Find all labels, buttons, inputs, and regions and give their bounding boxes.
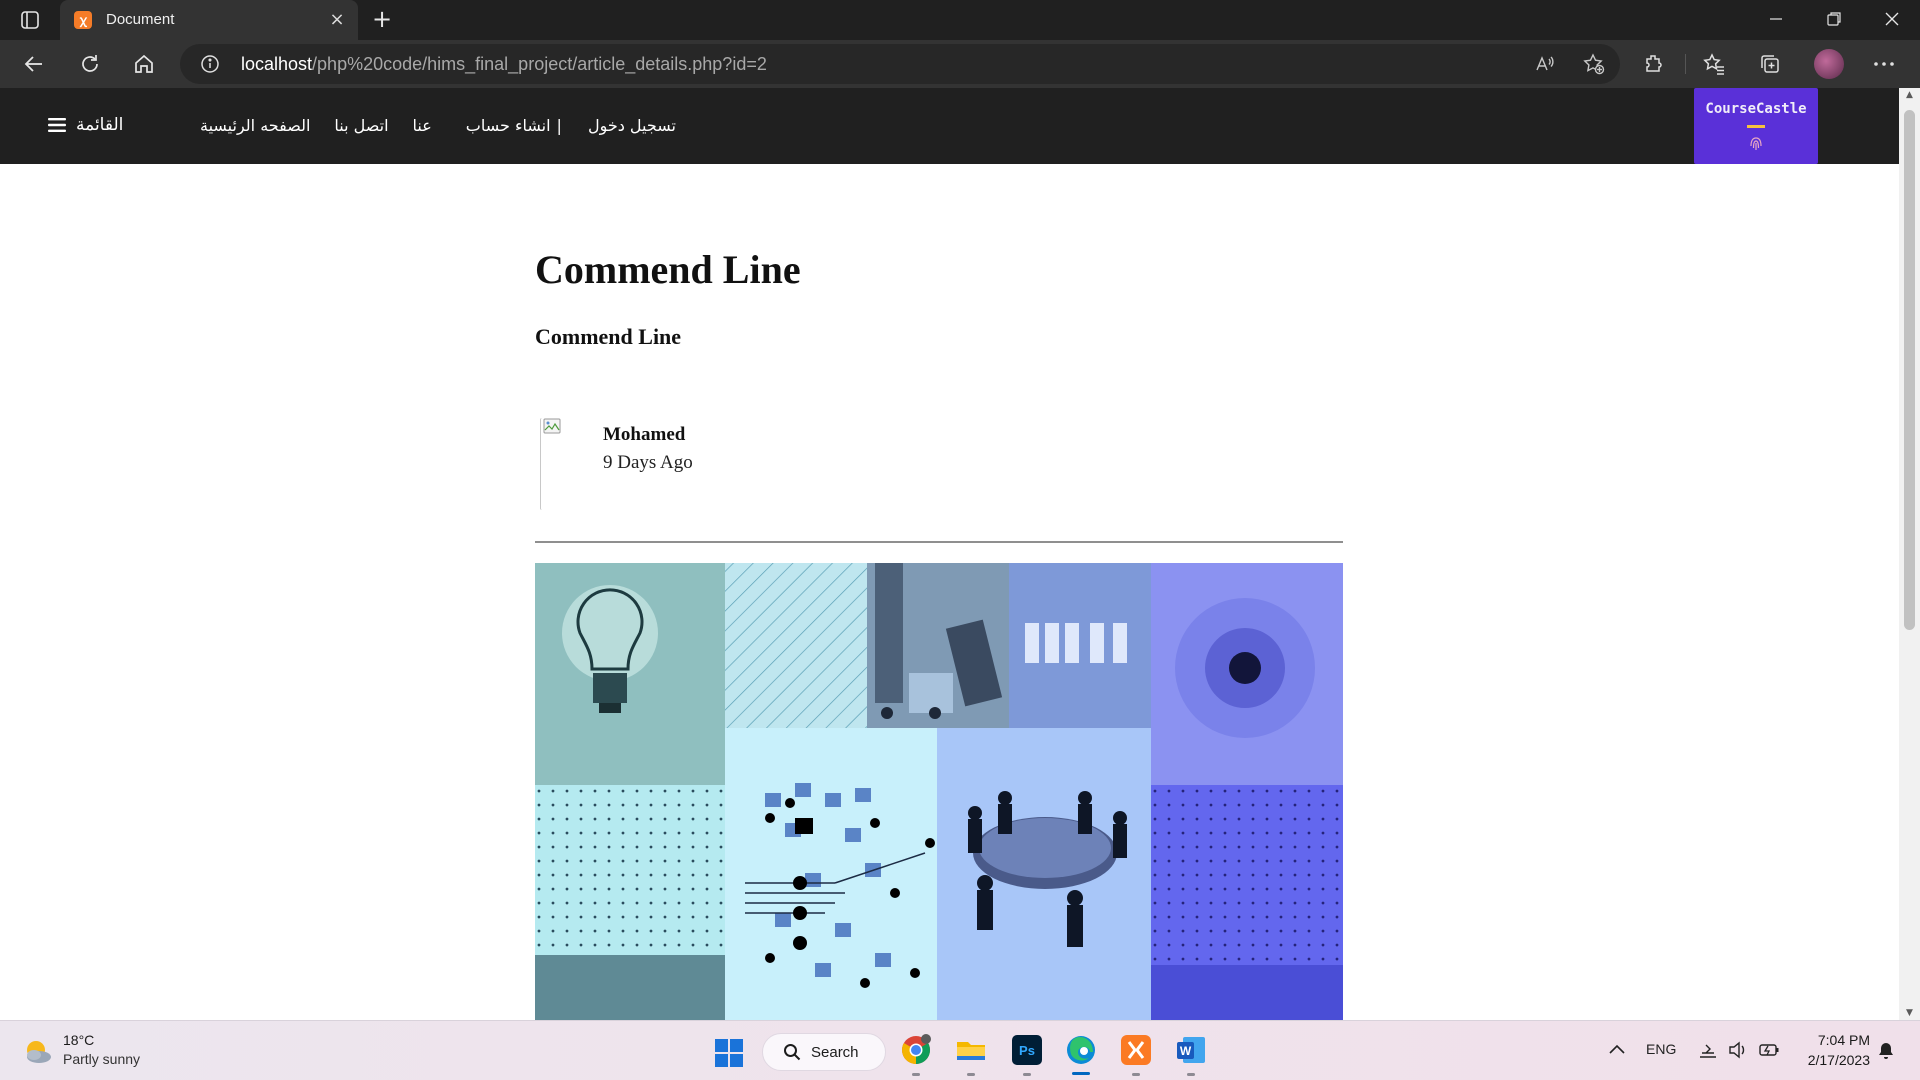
back-icon[interactable] <box>18 50 50 78</box>
browser-tab[interactable]: ꭓ Document × <box>60 0 358 40</box>
restore-icon[interactable] <box>1806 0 1862 40</box>
favorites-icon[interactable] <box>1698 50 1730 78</box>
close-tab-icon[interactable]: × <box>326 9 348 31</box>
taskbar-search[interactable]: Search <box>762 1033 886 1071</box>
refresh-icon[interactable] <box>74 50 106 78</box>
svg-text:Ps: Ps <box>1019 1043 1035 1058</box>
cover-collage-graphic <box>535 563 1343 1020</box>
chrome-running-indicator <box>912 1073 920 1076</box>
menu-label: القائمة <box>76 115 124 135</box>
word-running-indicator <box>1187 1073 1195 1076</box>
nav-separator: | <box>556 115 562 135</box>
brand-underline <box>1747 125 1765 128</box>
svg-text:W: W <box>1180 1044 1192 1058</box>
edge-icon[interactable] <box>1065 1034 1097 1066</box>
battery-icon[interactable] <box>1758 1041 1780 1059</box>
broken-image-icon <box>543 418 561 434</box>
hamburger-icon <box>48 118 66 132</box>
chrome-icon[interactable] <box>900 1034 932 1066</box>
profile-avatar[interactable] <box>1814 49 1844 79</box>
site-navbar: القائمة الصفحه الرئيسية اتصل بنا عنا انش… <box>0 88 1899 164</box>
photoshop-icon[interactable]: Ps <box>1011 1034 1043 1066</box>
brand-logo[interactable]: CourseCastle <box>1694 88 1818 164</box>
article-subtitle: Commend Line <box>535 324 682 349</box>
edge-active-indicator <box>1072 1072 1090 1075</box>
xampp-running-indicator <box>1132 1073 1140 1076</box>
post-date: 9 Days Ago <box>603 452 693 473</box>
tab-title: Document <box>106 11 175 28</box>
scroll-thumb[interactable] <box>1904 110 1915 630</box>
file-explorer-icon[interactable] <box>955 1034 987 1066</box>
browser-tab-bar: ꭓ Document × + <box>0 0 1920 40</box>
weather-description[interactable]: Partly sunny <box>63 1051 140 1067</box>
new-tab-icon[interactable]: + <box>368 6 396 34</box>
windows-taskbar: 18°C Partly sunny Search Ps W ENG 7:04 P… <box>0 1020 1920 1080</box>
word-icon[interactable]: W <box>1175 1034 1207 1066</box>
author-avatar <box>540 418 576 510</box>
scroll-up-icon[interactable]: ▲ <box>1904 90 1915 100</box>
page-viewport: القائمة الصفحه الرئيسية اتصل بنا عنا انش… <box>0 88 1899 1020</box>
home-icon[interactable] <box>128 50 160 78</box>
browser-toolbar: localhost/php%20code/hims_final_project/… <box>0 40 1920 88</box>
volume-icon[interactable] <box>1728 1041 1748 1059</box>
search-icon <box>784 1044 801 1061</box>
menu-toggle[interactable]: القائمة <box>48 110 123 140</box>
show-hidden-icons-chevron-icon[interactable] <box>1608 1043 1626 1055</box>
scroll-down-icon[interactable]: ▼ <box>1904 1008 1915 1018</box>
page-scrollbar[interactable]: ▲ ▼ <box>1899 88 1920 1020</box>
nav-link-contact[interactable]: اتصل بنا <box>334 116 388 135</box>
url-host: localhost <box>241 54 313 74</box>
language-indicator[interactable]: ENG <box>1646 1041 1676 1057</box>
partly-sunny-icon[interactable] <box>22 1036 54 1066</box>
extensions-icon[interactable] <box>1638 50 1670 78</box>
xampp-icon[interactable] <box>1120 1034 1152 1066</box>
article-title: Commend Line <box>535 247 801 292</box>
weather-temperature[interactable]: 18°C <box>63 1032 94 1048</box>
photoshop-running-indicator <box>1023 1073 1031 1076</box>
add-favorite-icon[interactable] <box>1581 52 1607 76</box>
xampp-favicon-icon: ꭓ <box>74 11 92 29</box>
close-window-icon[interactable] <box>1864 0 1920 40</box>
url-path: /php%20code/hims_final_project/article_d… <box>312 54 767 74</box>
minimize-icon[interactable] <box>1748 0 1804 40</box>
nav-link-home[interactable]: الصفحه الرئيسية <box>200 116 310 135</box>
tab-actions-icon[interactable] <box>18 8 42 32</box>
clock-time[interactable]: 7:04 PM <box>1810 1032 1870 1048</box>
more-options-icon[interactable] <box>1868 50 1900 78</box>
nav-links: الصفحه الرئيسية اتصل بنا عنا انشاء حساب … <box>200 110 676 140</box>
site-info-icon[interactable] <box>200 54 220 74</box>
collections-icon[interactable] <box>1754 50 1786 78</box>
network-icon[interactable] <box>1698 1041 1718 1059</box>
address-bar[interactable]: localhost/php%20code/hims_final_project/… <box>180 44 1620 84</box>
nav-link-about[interactable]: عنا <box>413 116 432 135</box>
clock-date[interactable]: 2/17/2023 <box>1790 1052 1870 1068</box>
url-text[interactable]: localhost/php%20code/hims_final_project/… <box>241 54 767 75</box>
read-aloud-icon[interactable] <box>1532 52 1558 76</box>
brand-name: CourseCastle <box>1705 101 1807 117</box>
divider <box>535 541 1343 543</box>
windows-start-icon[interactable] <box>714 1038 744 1068</box>
search-label: Search <box>811 1043 859 1061</box>
notification-bell-icon[interactable] <box>1876 1041 1896 1061</box>
nav-link-login[interactable]: تسجيل دخول <box>588 116 676 135</box>
author-name: Mohamed <box>603 424 686 445</box>
article-cover-image <box>535 563 1343 1020</box>
explorer-running-indicator <box>967 1073 975 1076</box>
nav-link-register[interactable]: انشاء حساب <box>466 116 551 135</box>
fingerprint-icon <box>1750 137 1762 150</box>
